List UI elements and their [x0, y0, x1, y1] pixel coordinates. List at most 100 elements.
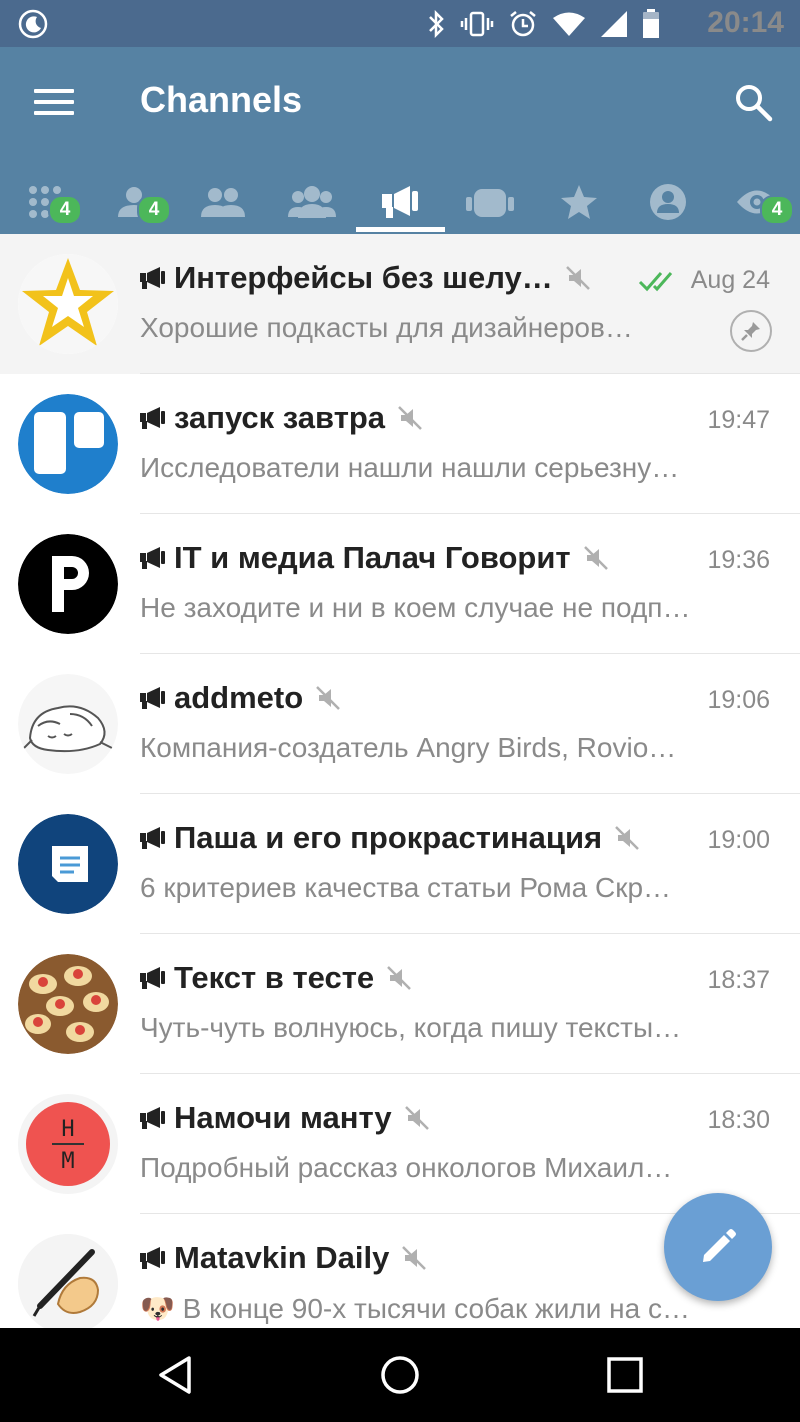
avatar	[18, 814, 118, 914]
group-icon	[200, 188, 245, 217]
app-bar: Channels 4 4 4	[0, 47, 800, 234]
chat-name: Намочи манту	[174, 1100, 392, 1135]
chat-name: Текст в тесте	[174, 960, 375, 995]
megaphone-icon	[140, 687, 165, 709]
chat-title-row: запуск завтра	[140, 400, 423, 436]
muted-icon	[402, 1246, 427, 1270]
chat-time: 18:30	[707, 1106, 770, 1134]
avatar: Н М	[18, 1094, 118, 1194]
star-icon	[560, 185, 597, 219]
signal-icon	[601, 11, 627, 37]
avatar	[18, 674, 118, 774]
tab-badge: 4	[48, 195, 82, 225]
supergroup-icon	[287, 186, 336, 218]
bluetooth-icon	[429, 10, 444, 38]
system-navigation-bar	[0, 1328, 800, 1422]
megaphone-icon	[140, 967, 165, 989]
megaphone-icon	[140, 827, 165, 849]
tab-admin[interactable]	[623, 170, 712, 234]
search-icon[interactable]	[733, 82, 773, 122]
muted-icon	[316, 686, 341, 710]
vibrate-icon	[460, 11, 494, 37]
muted-icon	[583, 546, 608, 570]
chat-title-row: Matavkin Daily	[140, 1240, 427, 1276]
tab-favorites[interactable]	[534, 170, 623, 234]
read-check-icon	[638, 272, 673, 292]
chat-preview: Хорошие подкасты для дизайнеров…	[140, 312, 633, 343]
hamburger-icon[interactable]	[34, 89, 74, 115]
chat-preview: 6 критериев качества статьи Рома Скр…	[140, 872, 672, 903]
chat-time: Aug 24	[690, 266, 770, 294]
compose-button[interactable]	[664, 1193, 772, 1301]
list-item[interactable]: Паша и его прокрастинация 19:00 6 критер…	[0, 794, 800, 934]
chat-preview: Компания-создатель Angry Birds, Rovio…	[140, 732, 677, 763]
wifi-icon	[553, 12, 585, 36]
chat-title-row: addmeto	[140, 680, 341, 716]
monogram-avatar: Н М	[26, 1102, 110, 1186]
status-bar: 20:14	[0, 0, 800, 47]
list-item[interactable]: IT и медиа Палач Говорит 19:36 Не заходи…	[0, 514, 800, 654]
muted-icon	[565, 266, 590, 290]
dumplings-avatar-icon	[18, 954, 118, 1054]
chat-time: 18:37	[707, 966, 770, 994]
chat-name: Matavkin Daily	[174, 1240, 390, 1275]
chat-title-row: Интерфейсы без шелу…	[140, 260, 591, 296]
page-title: Channels	[140, 79, 303, 120]
list-item[interactable]: Интерфейсы без шелу… Aug 24 Хорошие подк…	[0, 234, 800, 374]
home-icon[interactable]	[379, 1354, 421, 1396]
tab-bots[interactable]	[445, 170, 534, 234]
tab-badge: 4	[760, 195, 794, 225]
pencil-icon	[703, 1229, 736, 1262]
megaphone-icon	[140, 267, 165, 289]
avatar	[18, 1234, 118, 1328]
chat-title-row: Намочи манту	[140, 1100, 430, 1136]
chat-title-row: Текст в тесте	[140, 960, 412, 996]
letter-p-avatar-icon	[18, 534, 118, 634]
pin-icon	[730, 310, 772, 352]
chat-preview: Подробный рассказ онкологов Михаил…	[140, 1152, 673, 1183]
avatar	[18, 534, 118, 634]
star-avatar-icon	[18, 254, 118, 354]
tab-channels[interactable]	[356, 170, 445, 234]
chat-name: IT и медиа Палач Говорит	[174, 540, 571, 575]
chat-time: 19:36	[707, 546, 770, 574]
list-item[interactable]: addmeto 19:06 Компания-создатель Angry B…	[0, 654, 800, 794]
chat-title-row: IT и медиа Палач Говорит	[140, 540, 609, 576]
chat-time: 19:06	[707, 686, 770, 714]
tab-unread[interactable]: 4	[712, 170, 800, 234]
channel-list: Интерфейсы без шелу… Aug 24 Хорошие подк…	[0, 234, 800, 1328]
sleeping-cat-avatar-icon	[18, 674, 118, 774]
tab-supergroups[interactable]	[267, 170, 356, 234]
tab-badge: 4	[137, 195, 171, 225]
back-icon[interactable]	[155, 1354, 197, 1396]
muted-icon	[387, 966, 412, 990]
chat-name: запуск завтра	[174, 400, 386, 435]
chat-name: Интерфейсы без шелу…	[174, 260, 553, 295]
muted-icon	[398, 406, 422, 430]
megaphone-icon	[140, 1107, 165, 1129]
tab-groups[interactable]	[178, 170, 267, 234]
chat-preview: 🐶 В конце 90-х тысячи собак жили на с…	[140, 1293, 690, 1324]
chat-time: 19:00	[707, 826, 770, 854]
chat-time: 19:47	[707, 406, 770, 434]
chat-preview: Не заходите и ни в коем случае не подп…	[140, 592, 691, 623]
megaphone-icon	[140, 547, 165, 569]
writing-hand-avatar-icon	[18, 1234, 118, 1328]
megaphone-icon	[381, 186, 418, 218]
monogram-bottom: М	[61, 1149, 74, 1174]
tab-contacts[interactable]: 4	[89, 170, 178, 234]
chat-name: Паша и его прокрастинация	[174, 820, 603, 855]
list-item[interactable]: Текст в тесте 18:37 Чуть-чуть волнуюсь, …	[0, 934, 800, 1074]
tab-all[interactable]: 4	[0, 170, 89, 234]
muted-icon	[615, 826, 640, 850]
chat-preview: Чуть-чуть волнуюсь, когда пишу тексты…	[140, 1012, 682, 1043]
list-item[interactable]: запуск завтра 19:47 Исследователи нашли …	[0, 374, 800, 514]
avatar	[18, 394, 118, 494]
chat-title-row: Паша и его прокрастинация	[140, 820, 640, 856]
muted-icon	[404, 1106, 429, 1130]
list-item[interactable]: Н М Намочи манту 18:30 Подробный рассказ…	[0, 1074, 800, 1214]
battery-icon	[643, 9, 659, 38]
monogram-top: Н	[61, 1117, 74, 1142]
moon-icon	[18, 9, 48, 39]
recents-icon[interactable]	[604, 1354, 646, 1396]
